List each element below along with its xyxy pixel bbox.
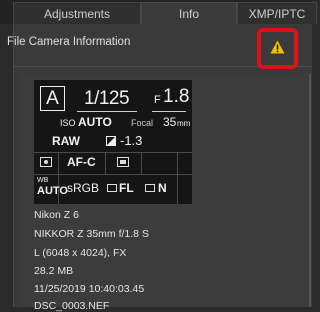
picture-control-icon bbox=[107, 184, 117, 192]
grid-col-2 bbox=[105, 152, 106, 174]
file-size: 28.2 MB bbox=[34, 265, 74, 277]
color-space: sRGB bbox=[67, 181, 100, 195]
noise-reduction: N bbox=[158, 181, 167, 195]
f-number-prefix: F bbox=[154, 94, 161, 106]
wb-small-label: WB bbox=[37, 177, 49, 184]
af-area-icon bbox=[117, 157, 129, 167]
noise-reduction-icon bbox=[145, 184, 155, 192]
scrollbar[interactable] bbox=[309, 74, 311, 307]
section-title[interactable]: File Camera Information bbox=[7, 36, 130, 48]
tab-info[interactable]: Info bbox=[141, 2, 237, 24]
tab-bar: Adjustments Info XMP/IPTC bbox=[0, 0, 317, 24]
grid-col-3 bbox=[141, 152, 142, 174]
focal-label: Focal bbox=[131, 118, 154, 128]
image-size: L (6048 x 4024), FX bbox=[34, 247, 127, 259]
warning-triangle-icon[interactable] bbox=[270, 40, 285, 54]
iso-label: ISO bbox=[60, 118, 76, 128]
white-balance: AUTO bbox=[37, 185, 68, 197]
grid-col-4 bbox=[177, 152, 178, 204]
tab-adjustments[interactable]: Adjustments bbox=[13, 2, 141, 24]
focal-value: 35 bbox=[163, 115, 177, 129]
shutter-underline bbox=[77, 111, 137, 112]
metering-icon bbox=[40, 157, 52, 167]
tab-xmp-iptc[interactable]: XMP/IPTC bbox=[237, 2, 317, 24]
exposure-mode-box: A bbox=[40, 86, 65, 111]
exposure-mode: A bbox=[46, 87, 59, 109]
focal-unit: mm bbox=[177, 119, 191, 128]
image-quality: RAW bbox=[52, 134, 80, 148]
aperture-value: 1.8 bbox=[163, 86, 190, 107]
af-mode: AF-C bbox=[67, 155, 96, 169]
picture-control: FL bbox=[119, 181, 134, 195]
shutter-speed: 1/125 bbox=[84, 88, 130, 109]
capture-date: 11/25/2019 10:40:03.45 bbox=[34, 283, 145, 295]
lens-model: NIKKOR Z 35mm f/1.8 S bbox=[34, 228, 149, 240]
iso-value: AUTO bbox=[78, 115, 112, 129]
exposure-comp-icon bbox=[106, 136, 116, 146]
camera-settings-grid: A 1/125 F 1.8 ISO AUTO Focal 35 mm RAW -… bbox=[34, 80, 192, 204]
exposure-compensation: -1.3 bbox=[120, 133, 143, 148]
file-name: DSC_0003.NEF bbox=[34, 300, 110, 312]
aperture-underline bbox=[152, 111, 186, 112]
camera-model: Nikon Z 6 bbox=[34, 209, 79, 221]
